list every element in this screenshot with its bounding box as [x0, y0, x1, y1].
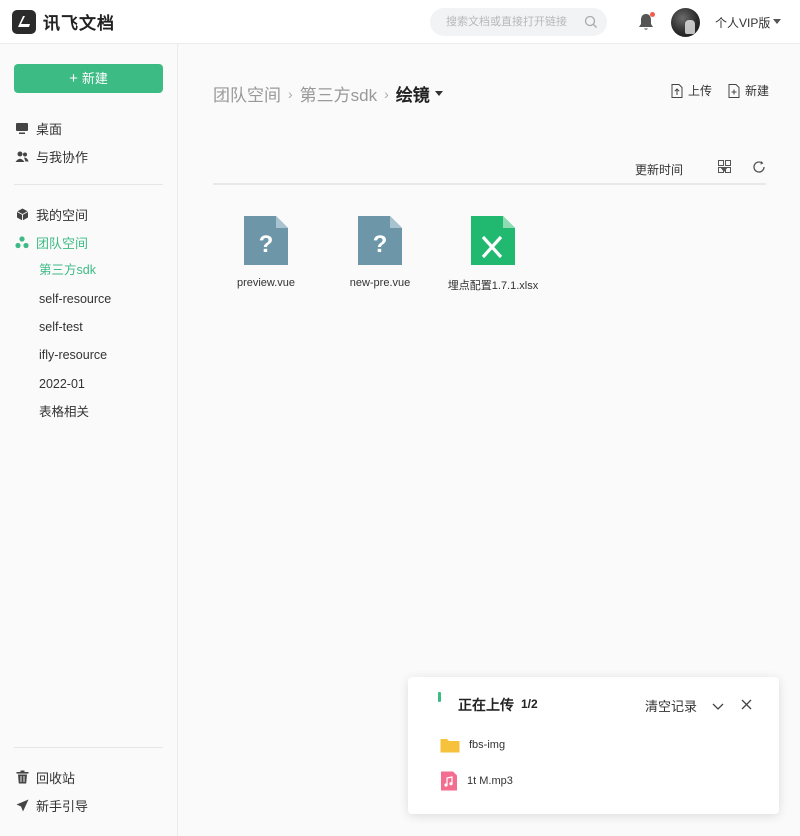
sidebar-item-my-space[interactable]: 我的空间 [15, 204, 88, 224]
sidebar-item-collaboration[interactable]: 与我协作 [15, 146, 88, 166]
app-name: 讯飞文档 [43, 14, 115, 33]
caret-down-icon[interactable] [773, 19, 781, 24]
audio-file-icon [441, 771, 457, 791]
new-file-button-label: 新建 [745, 84, 770, 98]
chevron-down-icon[interactable] [712, 698, 724, 716]
app-logo[interactable]: 讯飞文档 [12, 9, 115, 34]
new-button[interactable]: + 新建 [14, 64, 163, 93]
team-folder-item[interactable]: 表格相关 [39, 402, 89, 422]
team-folder-item[interactable]: self-test [39, 317, 83, 337]
upload-progress-indicator [438, 692, 441, 702]
team-icon [15, 235, 29, 249]
user-plan-label[interactable]: 个人VIP版 [715, 14, 770, 31]
sidebar: + 新建 桌面 与我协作 我的空间 团队空间 第三方sdk self-resour… [0, 44, 178, 836]
upload-icon [671, 83, 683, 98]
sidebar-item-label: 桌面 [36, 121, 63, 137]
avatar[interactable] [671, 8, 700, 37]
svg-text:?: ? [373, 231, 388, 258]
sidebar-divider [14, 747, 163, 748]
trash-icon [15, 770, 29, 784]
upload-button[interactable]: 上传 [671, 82, 712, 99]
team-folder-item[interactable]: ifly-resource [39, 345, 107, 365]
monitor-icon [15, 121, 29, 135]
breadcrumb-current[interactable]: 绘镜 [396, 81, 430, 106]
upload-item-name: 1t M.mp3 [467, 775, 513, 787]
chevron-right-icon: › [384, 85, 389, 102]
upload-item[interactable]: 1t M.mp3 [440, 771, 513, 791]
svg-text:?: ? [259, 231, 274, 258]
sidebar-item-label: 回收站 [36, 770, 76, 786]
file-name: preview.vue [236, 277, 296, 289]
sidebar-item-label: 团队空间 [36, 235, 89, 251]
upload-item-name: fbs-img [469, 739, 506, 751]
new-button-label: 新建 [81, 71, 108, 86]
file-item[interactable]: ? preview.vue [216, 215, 316, 289]
toolbar: 更新时间 [213, 157, 766, 185]
upload-count: 1/2 [521, 697, 538, 711]
file-name: 埋点配置1.7.1.xlsx [447, 280, 539, 292]
search-box[interactable] [430, 8, 607, 36]
team-folder-item[interactable]: self-resource [39, 289, 111, 309]
sidebar-item-trash[interactable]: 回收站 [15, 767, 75, 787]
sort-dropdown[interactable]: 更新时间 [635, 161, 683, 178]
plus-icon: + [69, 70, 78, 87]
logo-icon [12, 9, 36, 34]
excel-file-icon [471, 216, 515, 265]
breadcrumb-item[interactable]: 第三方sdk [300, 81, 377, 106]
refresh-icon[interactable] [752, 160, 766, 179]
breadcrumb-item[interactable]: 团队空间 [213, 81, 281, 106]
sidebar-item-team-space[interactable]: 团队空间 [15, 232, 88, 252]
sidebar-item-label: 新手引导 [36, 798, 89, 814]
unknown-file-icon: ? [244, 216, 288, 265]
new-file-button[interactable]: 新建 [728, 82, 769, 99]
sidebar-item-label: 与我协作 [36, 149, 89, 165]
folder-icon [440, 739, 460, 753]
caret-down-icon[interactable] [434, 91, 443, 96]
team-folder-item[interactable]: 2022-01 [39, 374, 85, 394]
notification-dot [650, 12, 655, 17]
grid-view-icon[interactable] [718, 160, 731, 178]
upload-panel-title: 正在上传 [458, 697, 514, 713]
people-icon [15, 149, 29, 163]
sidebar-item-label: 我的空间 [36, 207, 89, 223]
team-folder-item[interactable]: 第三方sdk [39, 260, 96, 280]
upload-button-label: 上传 [688, 84, 713, 98]
search-input[interactable] [446, 14, 576, 30]
file-item[interactable]: 埋点配置1.7.1.xlsx [443, 215, 543, 293]
top-header: 讯飞文档 个人VIP版 [0, 0, 800, 44]
sidebar-item-guide[interactable]: 新手引导 [15, 795, 88, 815]
sidebar-divider [14, 184, 163, 185]
search-icon[interactable] [584, 15, 598, 34]
file-item[interactable]: ? new-pre.vue [330, 215, 430, 289]
breadcrumb: 团队空间 › 第三方sdk › 绘镜 [213, 81, 443, 106]
clear-records-button[interactable]: 清空记录 [645, 696, 697, 715]
file-name: new-pre.vue [349, 277, 411, 289]
new-file-icon [728, 83, 740, 98]
upload-item[interactable]: fbs-img [440, 737, 505, 753]
sidebar-item-desktop[interactable]: 桌面 [15, 118, 62, 138]
close-icon[interactable] [741, 697, 752, 715]
cube-icon [15, 207, 29, 221]
chevron-right-icon: › [288, 85, 293, 102]
unknown-file-icon: ? [358, 216, 402, 265]
send-icon [15, 798, 29, 812]
upload-panel: 正在上传 1/2 清空记录 fbs-img 1t M.mp3 [408, 677, 779, 814]
